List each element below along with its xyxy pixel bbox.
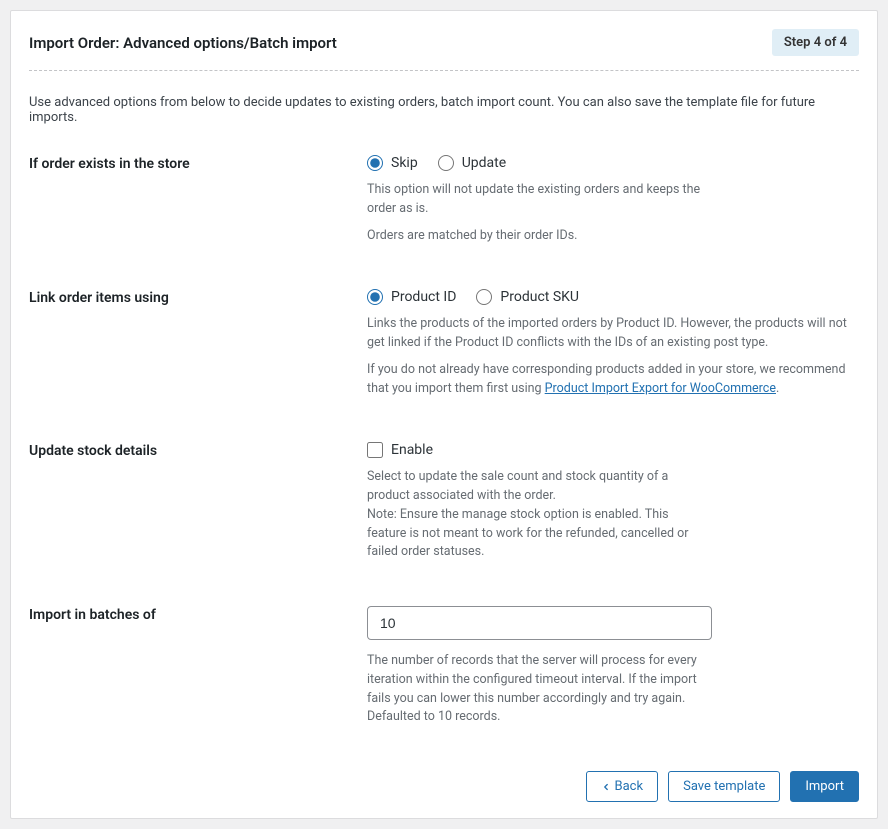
help-link-items-2: If you do not already have corresponding… — [367, 361, 859, 399]
label-update-stock: Update stock details — [29, 442, 367, 459]
help-update-stock: Select to update the sale count and stoc… — [367, 468, 707, 562]
radio-group-order-exists: Skip Update — [367, 155, 859, 171]
radio-skip-label: Skip — [391, 155, 418, 171]
help-link-items-1: Links the products of the imported order… — [367, 315, 859, 353]
control-link-items: Product ID Product SKU Links the product… — [367, 289, 859, 406]
label-link-items: Link order items using — [29, 289, 367, 306]
control-update-stock: Enable Select to update the sale count a… — [367, 442, 859, 570]
link-product-import-export[interactable]: Product Import Export for WooCommerce — [545, 381, 776, 396]
step-badge: Step 4 of 4 — [772, 29, 859, 56]
help-order-exists-1: This option will not update the existing… — [367, 181, 707, 219]
panel-header: Import Order: Advanced options/Batch imp… — [29, 29, 859, 71]
radio-update-label: Update — [462, 155, 506, 171]
input-batch-size[interactable] — [367, 606, 712, 640]
label-batch: Import in batches of — [29, 606, 367, 623]
import-button-label: Import — [805, 779, 844, 794]
back-button[interactable]: Back — [586, 771, 659, 802]
checkbox-enable-stock-label: Enable — [391, 442, 433, 458]
chevron-left-icon — [601, 782, 611, 792]
radio-product-sku-input[interactable] — [476, 289, 492, 305]
help-link-items-2-post: . — [776, 381, 779, 396]
radio-skip[interactable]: Skip — [367, 155, 418, 171]
page-title: Import Order: Advanced options/Batch imp… — [29, 34, 337, 52]
radio-group-link-items: Product ID Product SKU — [367, 289, 859, 305]
control-batch: The number of records that the server wi… — [367, 606, 859, 735]
radio-product-id-label: Product ID — [391, 289, 456, 305]
row-update-stock: Update stock details Enable Select to up… — [29, 442, 859, 570]
save-template-button[interactable]: Save template — [668, 771, 780, 802]
row-link-items: Link order items using Product ID Produc… — [29, 289, 859, 406]
save-template-button-label: Save template — [683, 779, 765, 794]
radio-update-input[interactable] — [438, 155, 454, 171]
label-order-exists: If order exists in the store — [29, 155, 367, 172]
row-batch: Import in batches of The number of recor… — [29, 606, 859, 735]
intro-text: Use advanced options from below to decid… — [29, 71, 859, 155]
help-order-exists-2: Orders are matched by their order IDs. — [367, 227, 707, 246]
radio-skip-input[interactable] — [367, 155, 383, 171]
checkbox-enable-stock-input[interactable] — [367, 442, 383, 458]
radio-update[interactable]: Update — [438, 155, 506, 171]
help-batch: The number of records that the server wi… — [367, 652, 707, 727]
checkbox-enable-stock[interactable]: Enable — [367, 442, 859, 458]
radio-product-id-input[interactable] — [367, 289, 383, 305]
radio-product-sku-label: Product SKU — [500, 289, 579, 305]
row-order-exists: If order exists in the store Skip Update… — [29, 155, 859, 253]
import-advanced-panel: Import Order: Advanced options/Batch imp… — [10, 10, 878, 819]
import-button[interactable]: Import — [790, 771, 859, 802]
radio-product-id[interactable]: Product ID — [367, 289, 456, 305]
action-bar: Back Save template Import — [29, 771, 859, 802]
radio-product-sku[interactable]: Product SKU — [476, 289, 579, 305]
back-button-label: Back — [615, 779, 644, 794]
control-order-exists: Skip Update This option will not update … — [367, 155, 859, 253]
